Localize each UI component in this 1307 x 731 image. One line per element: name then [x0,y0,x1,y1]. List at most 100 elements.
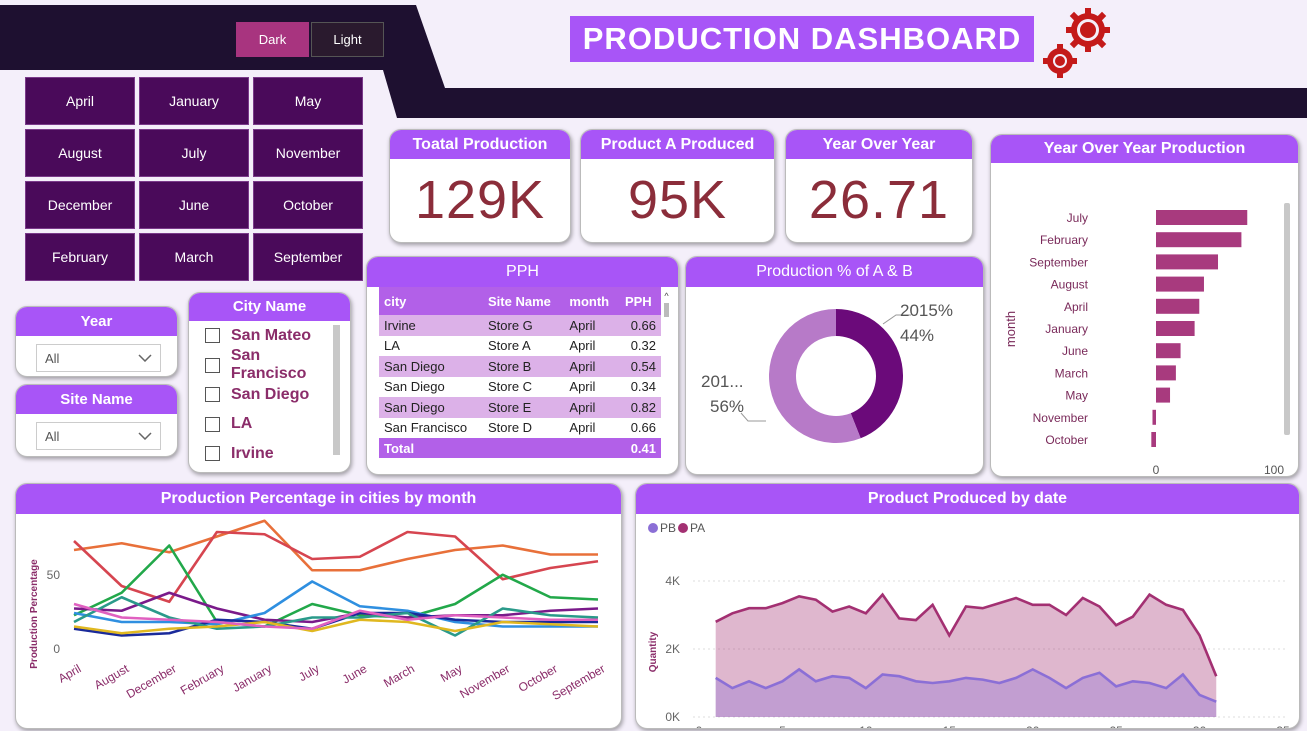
scrollbar [1284,203,1290,435]
month-button[interactable]: May [253,77,363,125]
table-row: San Diego Store B April 0.54 [379,356,661,377]
city-label: San Mateo [231,326,312,344]
table-cell: Store G [483,315,565,336]
category-label: May [1065,389,1088,403]
slicer-title: Year [16,307,177,336]
year-slicer: Year All [15,306,178,377]
yoy-title: Year Over Year Production [991,135,1298,163]
column-header[interactable]: city [379,287,483,315]
category-label: June [1062,344,1088,358]
tick-label: 35 [1276,724,1290,729]
bar [1156,254,1219,270]
kpi-value: 26.71 [808,170,950,230]
checkbox[interactable] [205,446,220,462]
month-button[interactable]: March [139,233,249,281]
column-header[interactable]: PPH [619,287,661,315]
tick-label: 50 [47,568,61,582]
tick-label: 2K [665,642,680,656]
site-dropdown[interactable]: All [36,422,161,450]
month-button[interactable]: July [139,129,249,177]
table-cell: Store B [483,356,565,377]
bar [1152,409,1156,425]
slice-label: 201... [701,372,744,391]
month-button[interactable]: September [253,233,363,281]
column-header[interactable]: Site Name [483,287,565,315]
tick-label: 0 [1153,463,1160,477]
legend-marker [678,523,688,533]
month-button[interactable]: January [139,77,249,125]
checkbox[interactable] [205,387,220,403]
legend-label: PA [690,521,705,535]
category-label: November [1033,411,1088,425]
yoy-bar-card: Year Over Year Production July February Se… [990,134,1299,477]
leader-line [740,412,766,422]
city-option[interactable]: San Diego [189,380,339,410]
kpi-label: Product A Produced [581,130,774,159]
checkbox[interactable] [205,416,220,432]
table-cell: Store E [483,397,565,418]
table-row: San Diego Store C April 0.34 [379,377,661,398]
month-button[interactable]: February [25,233,135,281]
table-cell: Irvine [379,315,483,336]
scrollbar[interactable]: ^ [663,291,670,451]
table-cell: San Diego [384,379,445,395]
month-button[interactable]: October [253,181,363,229]
table-row: San Francisco Store D April 0.66 [379,418,661,439]
city-option[interactable]: Irvine [189,439,339,469]
x-tick-label: December [124,661,179,701]
tick-label: 5 [779,724,786,729]
month-button[interactable]: November [253,129,363,177]
category-label: January [1045,322,1088,336]
line-title: Production Percentage in cities by month [16,484,621,514]
x-tick-label: May [438,661,465,684]
total-value: 0.41 [619,438,661,458]
gears-icon [1043,8,1110,78]
bar [1156,387,1171,403]
city-option[interactable]: San Francisco [189,347,339,382]
column-header[interactable]: month [564,287,620,315]
area-chart-card: Product Produced by date 4K 2K 0K 0 5 10 15 20 2… [635,483,1300,729]
tick-label: 25 [1109,724,1123,729]
scrollbar[interactable] [333,325,340,455]
month-button[interactable]: August [25,129,135,177]
dropdown-value: All [45,350,60,366]
bar [1156,365,1176,381]
table-cell: San Diego [379,397,483,418]
slicer-title: City Name [189,293,350,321]
slice-label: 2015% [900,301,953,320]
kpi-value: 95K [627,170,728,230]
pph-table: city Site Name month PPH Irvine Store G April… [379,287,661,458]
table-row: Irvine Store G April 0.66 [379,315,661,336]
x-tick-label: January [230,661,274,694]
city-label: Irvine [231,444,274,462]
tick-label: 10 [859,724,873,729]
yoy-bar-chart: July February September August April January J… [1003,203,1290,477]
checkbox[interactable] [205,357,220,373]
city-label: LA [231,415,253,433]
month-button[interactable]: June [139,181,249,229]
checkbox[interactable] [205,328,220,344]
city-slicer: City Name San Mateo San Francisco San Dieg… [188,292,351,473]
table-cell: April [569,420,596,436]
dark-theme-button[interactable]: Dark [236,22,309,57]
tick-label: 100 [1264,463,1284,477]
category-label: July [1067,211,1088,225]
light-theme-button[interactable]: Light [311,22,384,57]
year-dropdown[interactable]: All [36,344,161,372]
dropdown-value: All [45,428,60,444]
table-cell: Store C [488,379,533,395]
table-cell: San Francisco [384,420,468,436]
donut-card: Production % of A & B 2015% 44% 201... 56% [685,256,984,475]
kpi-card-product-a: Product A Produced 95K [580,129,775,243]
city-label: San Diego [231,385,310,403]
table-cell: April [569,338,596,354]
city-option[interactable]: San Mateo [189,321,339,351]
city-option[interactable]: LA [189,410,339,440]
bar [1151,432,1156,447]
month-button[interactable]: December [25,181,135,229]
month-button[interactable]: April [25,77,135,125]
x-tick-label: November [457,661,512,701]
y-axis-label: Production Percentage [29,559,40,669]
slice-percent: 44% [900,326,934,345]
legend-marker [648,523,658,533]
